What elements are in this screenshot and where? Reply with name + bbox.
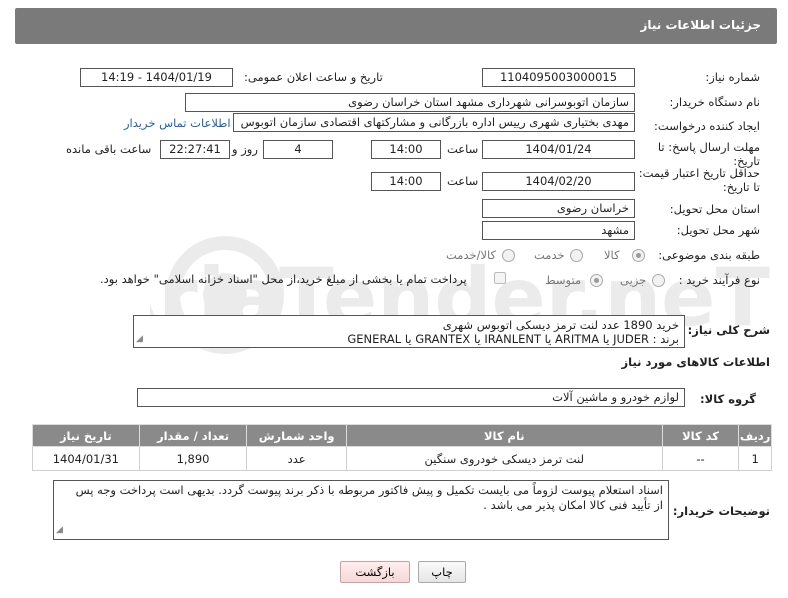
- process-label: نوع فرآیند خرید :: [678, 273, 760, 287]
- process-medium-label: متوسط: [545, 273, 582, 287]
- goods-group-field[interactable]: لوازم خودرو و ماشین آلات: [137, 388, 685, 407]
- category-label: طبقه بندی موضوعی:: [658, 248, 760, 262]
- resize-grip-icon[interactable]: ◢: [56, 523, 63, 538]
- category-radio-goods[interactable]: [632, 249, 645, 262]
- category-goods-label: کالا: [604, 248, 620, 262]
- buyer-notes-label: توضیحات خریدار:: [672, 504, 770, 518]
- buyer-contact-link[interactable]: اطلاعات تماس خریدار: [124, 116, 231, 130]
- goods-table: ردیف کد کالا نام کالا واحد شمارش تعداد /…: [32, 424, 772, 471]
- buyer-notes-textarea[interactable]: اسناد استعلام پیوست لزوماً می بایست تکمی…: [53, 480, 669, 540]
- description-line-1: خرید 1890 عدد لنت ترمز دیسکی اتوبوس شهری: [442, 318, 679, 332]
- min-validity-date-field[interactable]: 1404/02/20: [482, 172, 635, 191]
- days-label: روز و: [232, 142, 258, 156]
- buyer-org-field[interactable]: سازمان اتوبوسرانی شهرداری مشهد استان خرا…: [185, 93, 635, 112]
- goods-table-header: ردیف کد کالا نام کالا واحد شمارش تعداد /…: [32, 424, 772, 447]
- cell-row: 1: [738, 446, 772, 471]
- table-row[interactable]: 1 -- لنت ترمز دیسکی خودروی سنگین عدد 1,8…: [32, 446, 772, 471]
- page-title: جزئیات اطلاعات نیاز: [640, 18, 761, 32]
- col-unit: واحد شمارش: [246, 424, 347, 447]
- payment-note: پرداخت تمام یا بخشی از مبلغ خرید،از محل …: [100, 272, 467, 286]
- col-row: ردیف: [738, 424, 772, 447]
- category-both-label: کالا/خدمت: [446, 248, 497, 262]
- province-field[interactable]: خراسان رضوی: [482, 199, 635, 218]
- process-minor-label: جزیی: [620, 273, 647, 287]
- process-radio-medium[interactable]: [590, 274, 603, 287]
- category-radio-service[interactable]: [570, 249, 583, 262]
- cell-qty: 1,890: [138, 446, 248, 471]
- goods-section-title: اطلاعات کالاهای مورد نیاز: [621, 355, 770, 369]
- col-code: کد کالا: [661, 424, 740, 447]
- category-service-label: خدمت: [534, 248, 565, 262]
- print-button[interactable]: چاپ: [418, 561, 466, 583]
- city-field[interactable]: مشهد: [482, 221, 635, 240]
- description-textarea[interactable]: خرید 1890 عدد لنت ترمز دیسکی اتوبوس شهری…: [133, 315, 685, 348]
- back-button[interactable]: بازگشت: [340, 561, 410, 583]
- min-validity-time-label: ساعت: [447, 174, 479, 188]
- creator-label: ایجاد کننده درخواست:: [654, 119, 760, 133]
- col-date: تاریخ نیاز: [32, 424, 140, 447]
- cell-name: لنت ترمز دیسکی خودروی سنگین: [345, 446, 663, 471]
- city-label: شهر محل تحویل:: [676, 223, 760, 237]
- description-line-2: برند : JUDER یا ARITMA یا IRANLENT یا GR…: [347, 332, 679, 346]
- deadline-time-label: ساعت: [447, 142, 479, 156]
- creator-field[interactable]: مهدی بختیاری شهری رییس اداره بازرگانی و …: [233, 113, 635, 132]
- description-label: شرح کلی نیاز:: [687, 323, 770, 337]
- buyer-notes-line-1: اسناد استعلام پیوست لزوماً می بایست تکمی…: [75, 483, 663, 497]
- announce-label: تاریخ و ساعت اعلان عمومی:: [244, 70, 383, 84]
- deadline-date-field[interactable]: 1404/01/24: [482, 140, 635, 159]
- min-validity-label-date: تا تاریخ:: [722, 180, 760, 194]
- process-radio-minor[interactable]: [652, 274, 665, 287]
- province-label: استان محل تحویل:: [669, 202, 760, 216]
- col-name: نام کالا: [345, 424, 663, 447]
- resize-grip-icon[interactable]: ◢: [136, 332, 143, 346]
- buyer-notes-line-2: از تأیید فنی کالا امکان پذیر می باشد .: [483, 498, 663, 512]
- min-validity-label: حداقل تاریخ اعتبار قیمت:: [638, 166, 760, 180]
- cell-date: 1404/01/31: [32, 446, 140, 471]
- deadline-label: مهلت ارسال پاسخ: تا: [657, 140, 760, 154]
- col-qty: تعداد / مقدار: [138, 424, 248, 447]
- category-radio-both[interactable]: [502, 249, 515, 262]
- remaining-label: ساعت باقی مانده: [66, 142, 152, 156]
- announce-date-field[interactable]: 1404/01/19 - 14:19: [80, 68, 233, 87]
- remaining-time-field[interactable]: 22:27:41: [160, 140, 230, 159]
- need-number-label: شماره نیاز:: [705, 70, 760, 84]
- deadline-time-field[interactable]: 14:00: [371, 140, 441, 159]
- buyer-org-label: نام دستگاه خریدار:: [669, 95, 760, 109]
- cell-unit: عدد: [246, 446, 347, 471]
- need-number-field[interactable]: 1104095003000015: [482, 68, 635, 87]
- treasury-checkbox[interactable]: [494, 272, 506, 284]
- goods-group-label: گروه کالا:: [700, 392, 756, 406]
- min-validity-time-field[interactable]: 14:00: [371, 172, 441, 191]
- cell-code: --: [661, 446, 740, 471]
- page-header: جزئیات اطلاعات نیاز: [15, 8, 777, 44]
- days-field[interactable]: 4: [263, 140, 333, 159]
